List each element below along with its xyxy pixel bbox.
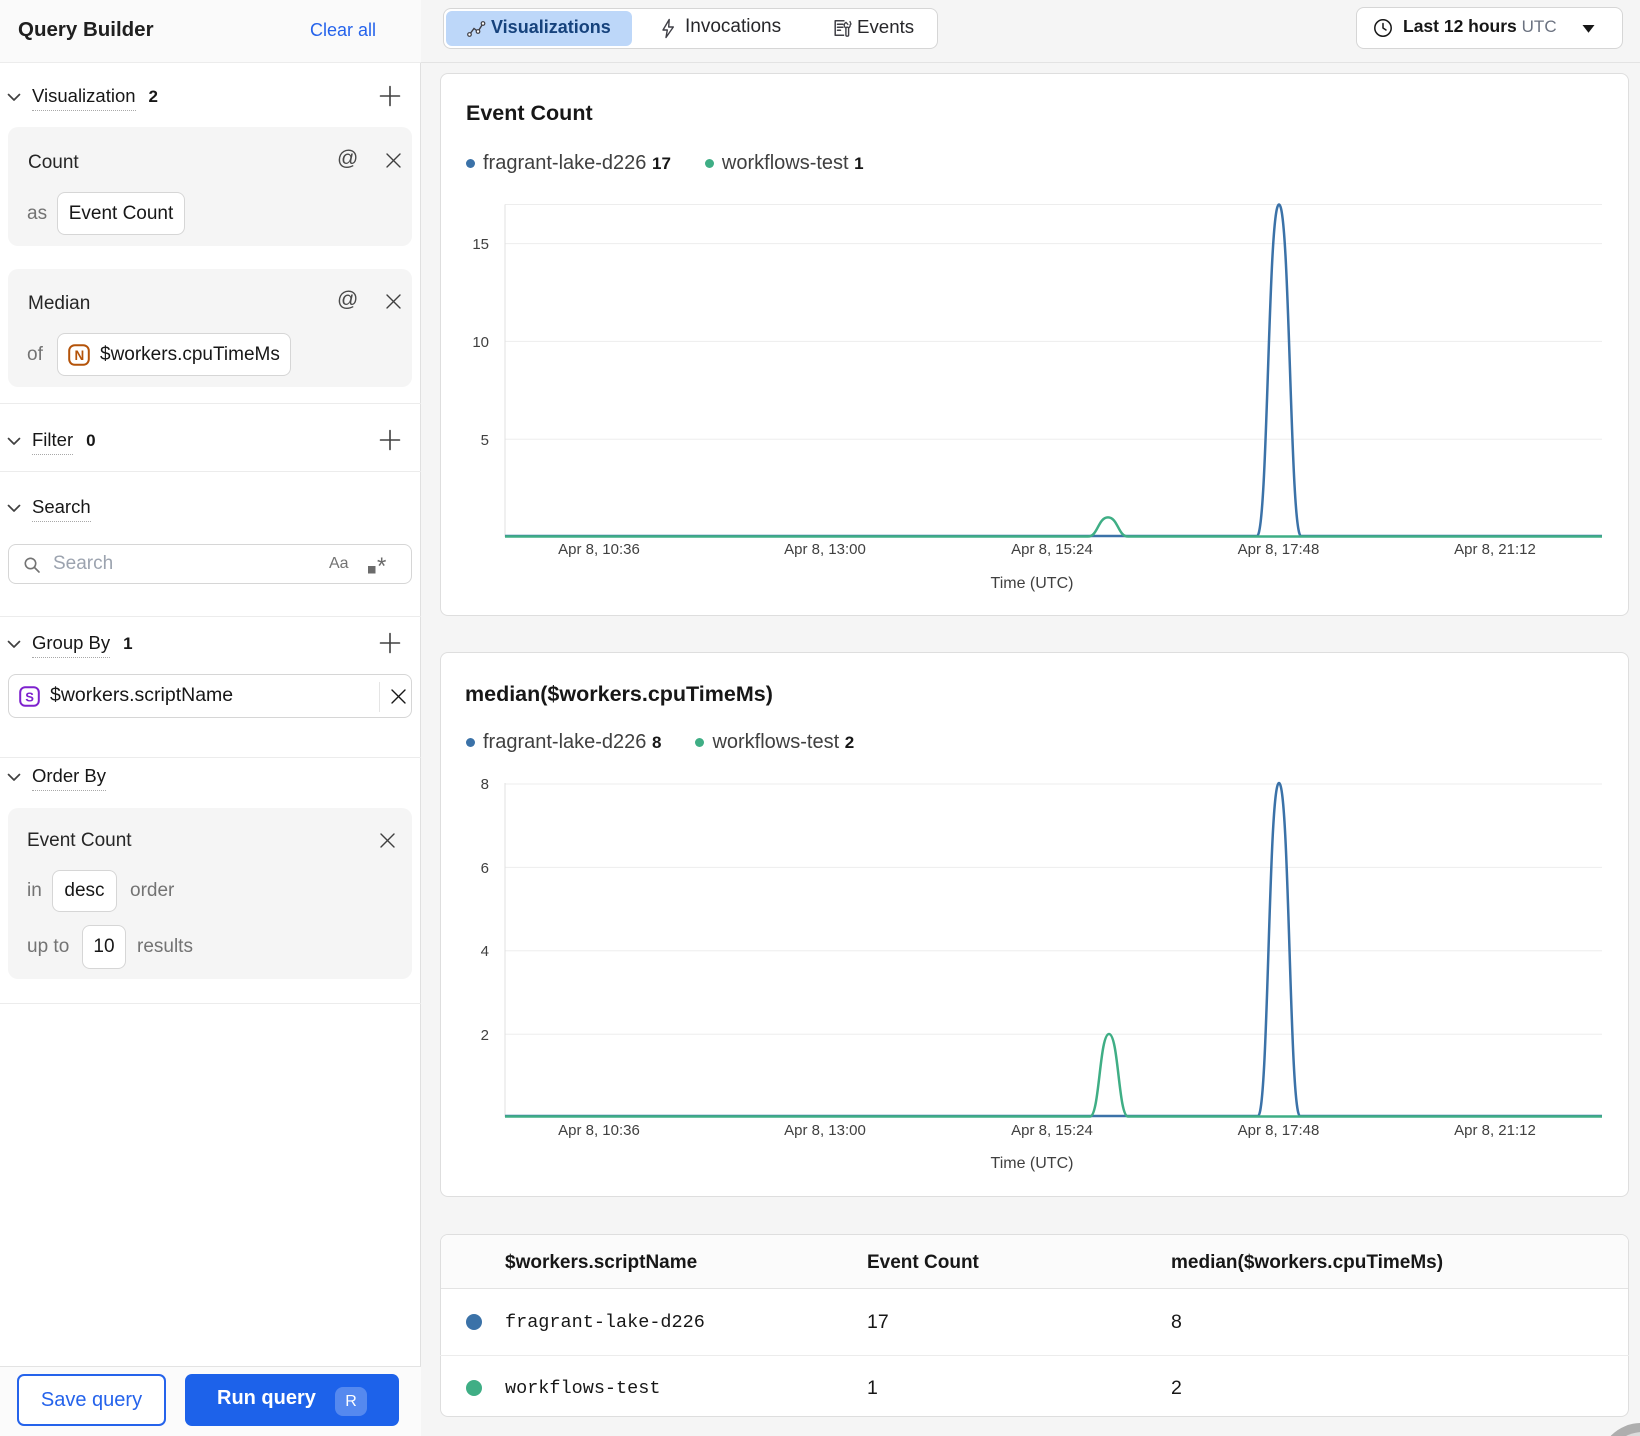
svg-text:6: 6	[481, 860, 489, 877]
svg-text:8: 8	[481, 776, 489, 793]
svg-text:Apr 8, 13:00: Apr 8, 13:00	[784, 1122, 866, 1139]
svg-text:Apr 8, 13:00: Apr 8, 13:00	[784, 541, 866, 558]
svg-text:Apr 8, 21:12: Apr 8, 21:12	[1454, 541, 1536, 558]
svg-text:2: 2	[481, 1027, 489, 1044]
svg-text:Apr 8, 10:36: Apr 8, 10:36	[558, 541, 640, 558]
svg-text:Apr 8, 17:48: Apr 8, 17:48	[1238, 1122, 1320, 1139]
svg-text:Apr 8, 15:24: Apr 8, 15:24	[1011, 541, 1093, 558]
svg-text:15: 15	[472, 236, 489, 253]
svg-text:Time (UTC): Time (UTC)	[991, 575, 1074, 592]
svg-text:4: 4	[481, 943, 489, 960]
svg-text:*: *	[377, 553, 386, 578]
svg-text:Apr 8, 21:12: Apr 8, 21:12	[1454, 1122, 1536, 1139]
svg-text:Apr 8, 15:24: Apr 8, 15:24	[1011, 1122, 1093, 1139]
svg-text:10: 10	[472, 334, 489, 351]
svg-text:Apr 8, 17:48: Apr 8, 17:48	[1238, 541, 1320, 558]
svg-text:N: N	[75, 348, 85, 363]
svg-text:Apr 8, 10:36: Apr 8, 10:36	[558, 1122, 640, 1139]
svg-text:Time (UTC): Time (UTC)	[991, 1155, 1074, 1172]
svg-text:S: S	[25, 689, 34, 704]
svg-text:5: 5	[481, 432, 489, 449]
